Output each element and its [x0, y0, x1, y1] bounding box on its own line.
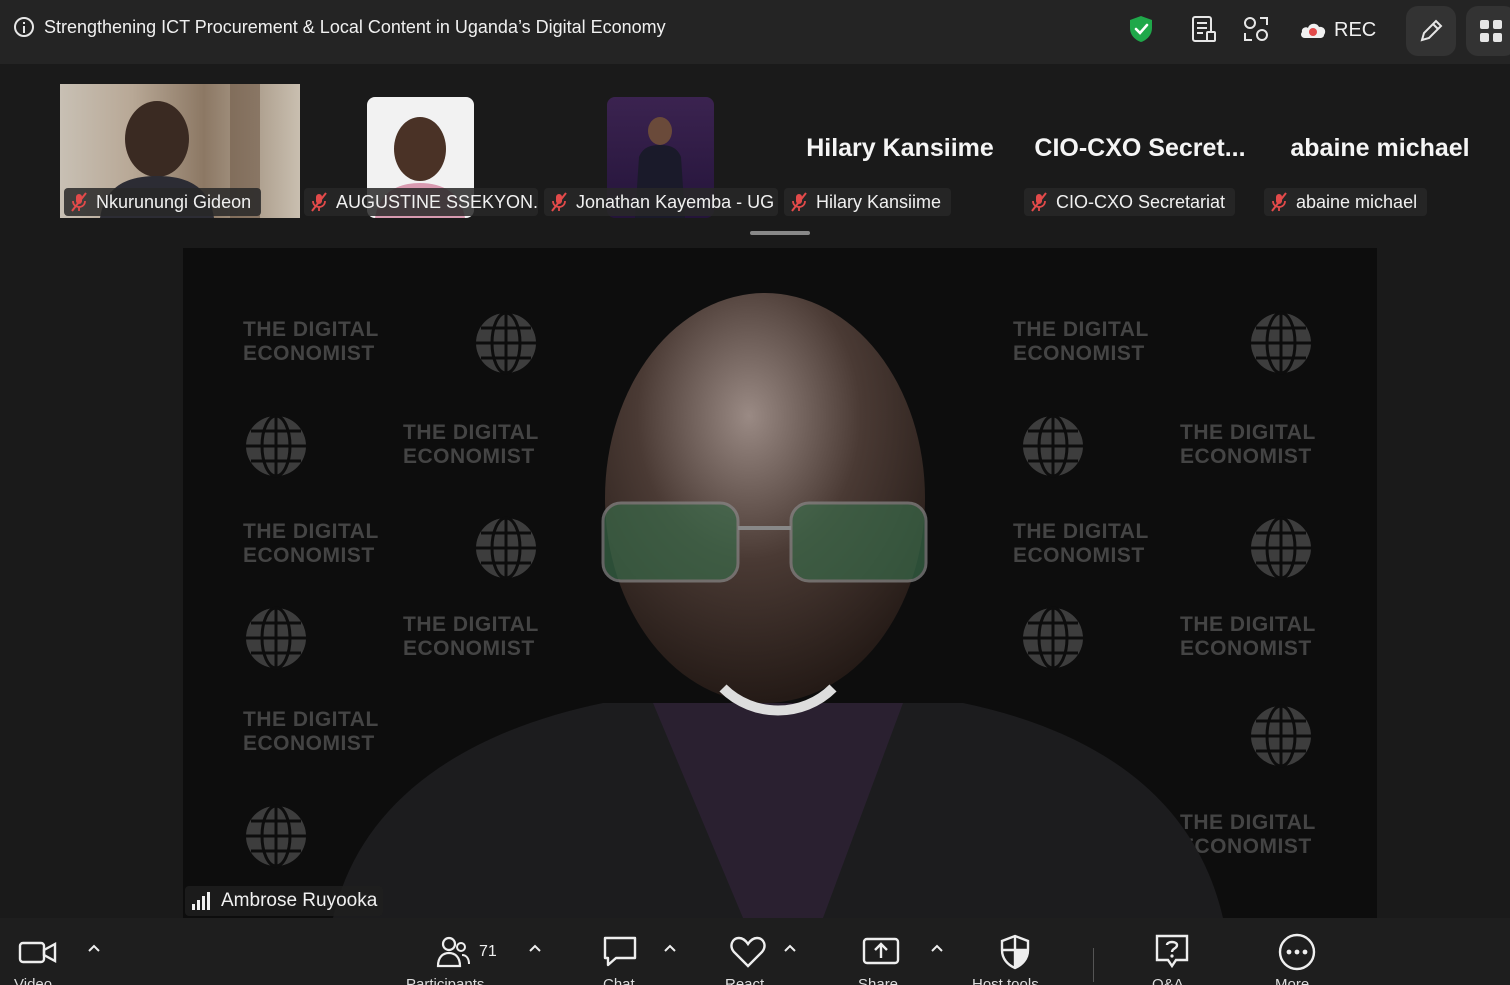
host-tools-shield-icon[interactable]: [995, 932, 1035, 972]
speaker-silhouette: [333, 293, 1223, 918]
share-screen-icon[interactable]: [861, 932, 901, 972]
participant-tile[interactable]: abaine michael abaine michael: [1260, 84, 1500, 218]
participant-name-tag: Jonathan Kayemba - UG: [544, 188, 778, 216]
participant-display-name: CIO-CXO Secret...: [1034, 134, 1246, 162]
participant-display-name: abaine michael: [1290, 134, 1470, 162]
chevron-up-icon[interactable]: [662, 940, 678, 956]
qa-icon[interactable]: [1152, 932, 1192, 972]
participant-name-tag: Hilary Kansiime: [784, 188, 952, 216]
rec-label: REC: [1334, 18, 1377, 41]
notes-icon[interactable]: [1188, 14, 1218, 44]
participant-name: Nkurunungi Gideon: [96, 191, 252, 212]
share-label: Share: [858, 976, 899, 985]
chevron-up-icon[interactable]: [86, 940, 102, 956]
chevron-up-icon[interactable]: [929, 940, 945, 956]
security-shield-icon[interactable]: [1126, 14, 1156, 44]
participant-name-tag: Nkurunungi Gideon: [64, 188, 262, 216]
signal-strength-icon: [192, 892, 210, 910]
pen-icon: [1420, 19, 1443, 42]
video-label: Video: [14, 976, 53, 985]
participant-name: abaine michael: [1296, 191, 1418, 212]
info-icon[interactable]: [14, 17, 34, 37]
participant-tile[interactable]: Nkurunungi Gideon: [60, 84, 300, 218]
video-camera-icon[interactable]: [18, 932, 58, 972]
mic-off-icon: [791, 192, 807, 212]
react-label: React: [725, 976, 765, 985]
apps-button[interactable]: [1466, 6, 1510, 56]
apps-grid-icon: [1480, 20, 1502, 42]
more-dots-icon[interactable]: [1277, 932, 1317, 972]
participant-name: AUGUSTINE SSEKYON...: [336, 191, 538, 212]
participant-name: CIO-CXO Secretariat: [1056, 191, 1226, 212]
mic-off-icon: [71, 192, 87, 212]
mic-off-icon: [551, 192, 567, 212]
qa-label: Q&A: [1152, 976, 1184, 985]
more-label: More: [1275, 976, 1310, 985]
participant-tile[interactable]: AUGUSTINE SSEKYON...: [300, 84, 540, 218]
speaker-name-tag: Ambrose Ruyooka: [185, 886, 384, 916]
chat-bubble-icon[interactable]: [600, 932, 640, 972]
strip-scroll-indicator[interactable]: [750, 231, 810, 235]
participant-tile[interactable]: CIO-CXO Secret... CIO-CXO Secretariat: [1020, 84, 1260, 218]
meeting-title: Strengthening ICT Procurement & Local Co…: [44, 17, 666, 37]
participant-name-tag: CIO-CXO Secretariat: [1024, 188, 1236, 216]
mic-off-icon: [311, 192, 327, 212]
breakout-icon[interactable]: [1241, 14, 1271, 44]
chevron-up-icon[interactable]: [527, 940, 543, 956]
participant-name-tag: abaine michael: [1264, 188, 1428, 216]
mic-off-icon: [1271, 192, 1287, 212]
participants-label: Participants: [406, 976, 485, 985]
toolbar-divider: [1093, 948, 1094, 982]
participant-tile[interactable]: Hilary Kansiime Hilary Kansiime: [780, 84, 1020, 218]
participants-icon[interactable]: [434, 932, 474, 972]
mic-off-icon: [1031, 192, 1047, 212]
participant-name-tag: AUGUSTINE SSEKYON...: [304, 188, 538, 216]
heart-react-icon[interactable]: [728, 932, 768, 972]
participant-strip: Nkurunungi Gideon AUGUSTINE SSEKYON... J…: [0, 64, 1510, 244]
participant-tile[interactable]: Jonathan Kayemba - UG: [540, 84, 780, 218]
participant-name: Jonathan Kayemba - UG: [576, 191, 775, 212]
chevron-up-icon[interactable]: [782, 940, 798, 956]
speaker-name: Ambrose Ruyooka: [221, 890, 378, 911]
host-tools-label: Host tools: [972, 976, 1039, 985]
participant-display-name: Hilary Kansiime: [806, 134, 994, 162]
recording-button[interactable]: REC: [1298, 14, 1376, 46]
participants-count: 71: [479, 943, 497, 960]
bottom-toolbar: Video 71 Participants Chat React Share H…: [0, 918, 1510, 985]
participant-name: Hilary Kansiime: [816, 191, 942, 212]
cloud-record-icon: [1301, 23, 1326, 38]
active-speaker-video: THE DIGITAL ECONOMIST THE DIGITAL ECONOMIST…: [183, 248, 1377, 918]
top-bar: Strengthening ICT Procurement & Local Co…: [0, 0, 1510, 64]
annotate-button[interactable]: [1406, 6, 1456, 56]
chat-label: Chat: [603, 976, 635, 985]
